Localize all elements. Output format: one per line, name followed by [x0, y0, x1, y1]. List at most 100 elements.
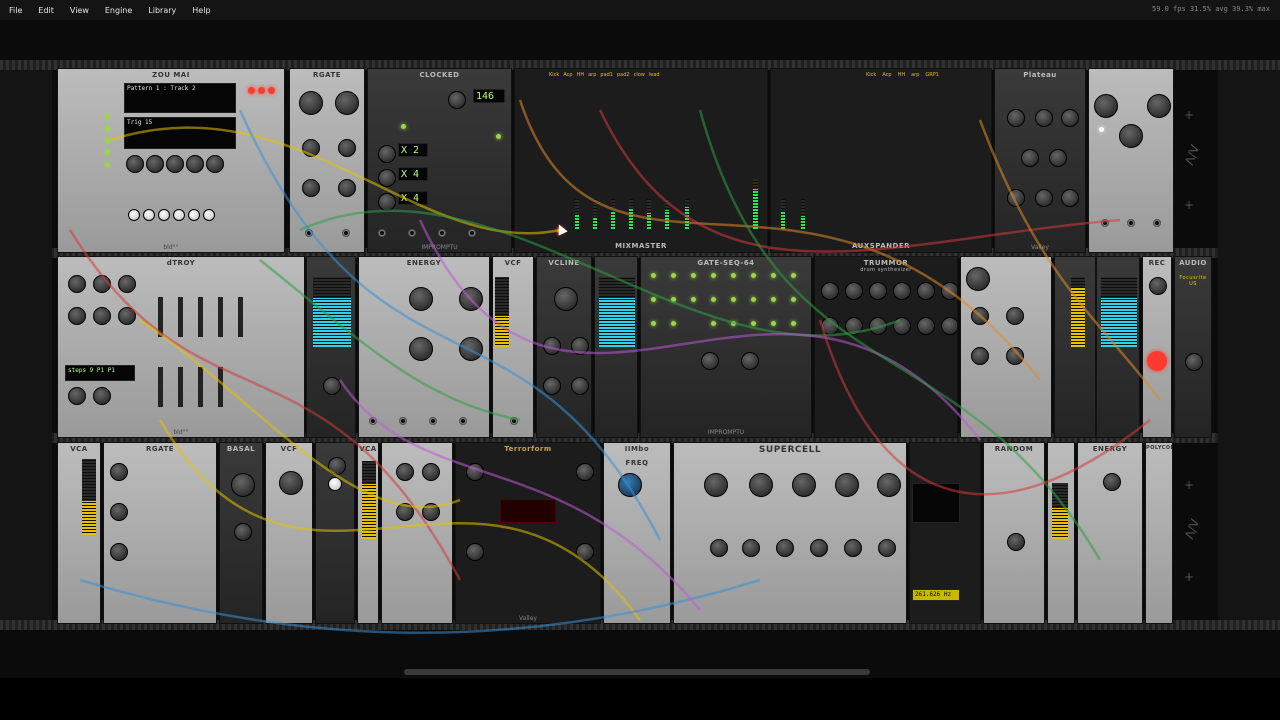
supercell-knob[interactable] — [704, 473, 728, 497]
supercell-knob[interactable] — [844, 539, 862, 557]
tuner-module[interactable]: 261.626 Hz — [909, 442, 981, 624]
plateau-knob[interactable] — [1049, 149, 1067, 167]
plateau-knob[interactable] — [1007, 109, 1025, 127]
vca2-module[interactable]: VCA — [357, 442, 379, 624]
energy-jack[interactable] — [459, 417, 467, 425]
env-knob[interactable] — [422, 463, 440, 481]
plateau-knob[interactable] — [1035, 189, 1053, 207]
rgate-module[interactable]: RGATE — [289, 68, 365, 253]
rack-area[interactable]: ZOU MAI Pattern 1 : Track 2 Trig 15 bld°… — [0, 20, 1280, 678]
polycon-module[interactable]: POLYCON — [1145, 442, 1173, 624]
rgate-knob[interactable] — [302, 179, 320, 197]
supercell-knob[interactable] — [810, 539, 828, 557]
troy-knob[interactable] — [68, 275, 86, 293]
vcline-knob[interactable] — [543, 377, 561, 395]
audio-module[interactable]: AUDIO Focusrite US — [1174, 256, 1212, 438]
atten-knob[interactable] — [971, 347, 989, 365]
clocked-jack[interactable] — [438, 229, 446, 237]
env-knob[interactable] — [396, 463, 414, 481]
rgate-knob[interactable] — [338, 139, 356, 157]
troy-slider[interactable] — [178, 367, 183, 407]
vca1-module[interactable]: VCA — [57, 442, 101, 624]
plateau-knob[interactable] — [1061, 109, 1079, 127]
atten-knob[interactable] — [1006, 307, 1024, 325]
zoumai-knob[interactable] — [186, 155, 204, 173]
energy-module[interactable]: ENERGY — [358, 256, 490, 438]
trummor-knob[interactable] — [941, 282, 957, 300]
energy2-knob[interactable] — [1103, 473, 1121, 491]
fx-jack[interactable] — [1153, 219, 1161, 227]
plateau-knob[interactable] — [1007, 189, 1025, 207]
zoumai-step-button[interactable] — [203, 209, 215, 221]
vcf-module[interactable]: VCF — [492, 256, 534, 438]
energy-jack[interactable] — [369, 417, 377, 425]
energy2-module[interactable]: ENERGY — [1077, 442, 1143, 624]
random-knob[interactable] — [1007, 533, 1025, 551]
gateseq-knob[interactable] — [701, 352, 719, 370]
trummor-knob[interactable] — [869, 282, 887, 300]
supercell-module[interactable]: SUPERCELL — [673, 442, 907, 624]
supercell-knob[interactable] — [742, 539, 760, 557]
supercell-knob[interactable] — [878, 539, 896, 557]
rgate2-knob[interactable] — [110, 463, 128, 481]
trummor-knob[interactable] — [893, 282, 911, 300]
rgate-knob[interactable] — [338, 179, 356, 197]
audio-knob[interactable] — [1185, 353, 1203, 371]
vcline-knob[interactable] — [543, 337, 561, 355]
random-module[interactable]: RANDOM — [983, 442, 1045, 624]
terrorform-knob[interactable] — [466, 543, 484, 561]
env-knob[interactable] — [422, 503, 440, 521]
vcf2-module[interactable]: VCF — [265, 442, 313, 624]
scope-knob[interactable] — [323, 377, 341, 395]
trummor-knob[interactable] — [821, 282, 839, 300]
clocked-knob[interactable] — [448, 91, 466, 109]
fx-knob[interactable] — [1147, 94, 1171, 118]
menu-file[interactable]: File — [0, 6, 30, 15]
zoumai-step-button[interactable] — [128, 209, 140, 221]
env-module[interactable] — [381, 442, 453, 624]
atten-knob[interactable] — [966, 267, 990, 291]
mixmaster-module[interactable]: MIXMASTER Kick Acp HH arp pad1 pad2 clow… — [514, 68, 768, 253]
terrorform-knob[interactable] — [576, 463, 594, 481]
clocked-knob[interactable] — [378, 169, 396, 187]
atten-knob[interactable] — [971, 307, 989, 325]
troy-slider[interactable] — [178, 297, 183, 337]
menu-engine[interactable]: Engine — [97, 6, 140, 15]
atten-knob[interactable] — [1006, 347, 1024, 365]
osc-knob[interactable] — [328, 457, 346, 475]
clocked-jack[interactable] — [468, 229, 476, 237]
menu-edit[interactable]: Edit — [30, 6, 62, 15]
troy-module[interactable]: dTROY steps 9 P1 P1 bld°° — [57, 256, 305, 438]
troy-slider[interactable] — [158, 367, 163, 407]
vcf-jack[interactable] — [510, 417, 518, 425]
vca3-module[interactable] — [1047, 442, 1075, 624]
scope2-module[interactable] — [594, 256, 638, 438]
attenuverter-module[interactable] — [960, 256, 1052, 438]
vcline-knob[interactable] — [571, 337, 589, 355]
trummor-knob[interactable] — [869, 317, 887, 335]
basal-knob[interactable] — [234, 523, 252, 541]
zoumai-step-button[interactable] — [158, 209, 170, 221]
rgate2-knob[interactable] — [110, 543, 128, 561]
energy-knob[interactable] — [459, 337, 483, 361]
scope-module[interactable] — [306, 256, 356, 438]
trummor-knob[interactable] — [917, 282, 935, 300]
add-row-icon[interactable]: + — [1184, 198, 1194, 212]
rgate-jack[interactable] — [342, 229, 350, 237]
zoumai-module[interactable]: ZOU MAI Pattern 1 : Track 2 Trig 15 bld°… — [57, 68, 285, 253]
menu-help[interactable]: Help — [184, 6, 218, 15]
vcline-knob[interactable] — [554, 287, 578, 311]
rec-module[interactable]: REC — [1142, 256, 1172, 438]
fx-jack[interactable] — [1101, 219, 1109, 227]
troy-knob[interactable] — [93, 307, 111, 325]
zoumai-knob[interactable] — [126, 155, 144, 173]
zoumai-knob[interactable] — [146, 155, 164, 173]
fx-knob[interactable] — [1119, 124, 1143, 148]
troy-slider[interactable] — [218, 297, 223, 337]
energy-jack[interactable] — [399, 417, 407, 425]
energy-jack[interactable] — [429, 417, 437, 425]
clocked-knob[interactable] — [378, 145, 396, 163]
trummor-knob[interactable] — [845, 317, 863, 335]
zoumai-step-button[interactable] — [173, 209, 185, 221]
osc-button[interactable] — [328, 477, 342, 491]
